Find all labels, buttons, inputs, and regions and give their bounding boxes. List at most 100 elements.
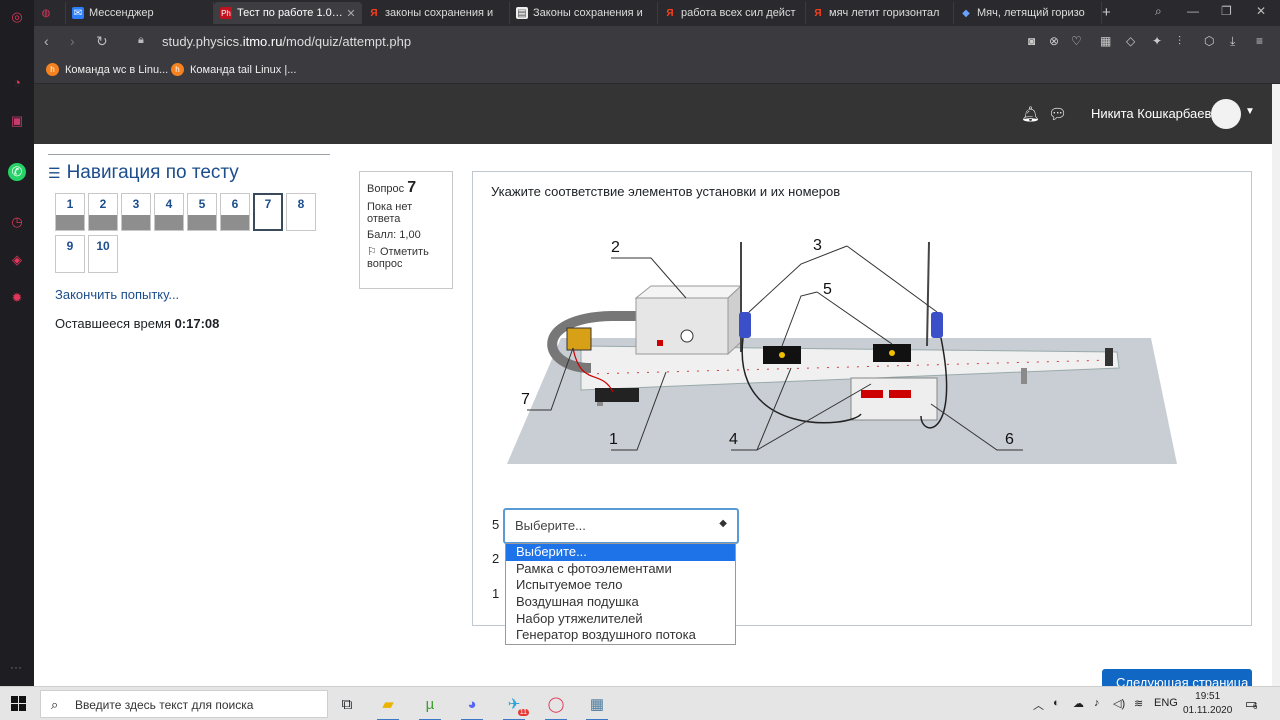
opera-taskbar-icon[interactable]: ◯ [543, 692, 569, 720]
camera-icon[interactable]: ◙ [1028, 34, 1035, 48]
tab-physics-test[interactable]: Ph Тест по работе 1.03V ( ✕ [214, 2, 362, 24]
dropdown-option[interactable]: Испытуемое тело [506, 577, 735, 594]
yandex-icon: Я [370, 7, 378, 19]
tab-yandex-1[interactable]: Я законы сохранения и [362, 2, 510, 24]
question-button-4[interactable]: 4 [154, 193, 184, 231]
notifications-icon[interactable]: ▭ 6 [1245, 696, 1257, 712]
generator-led [657, 340, 663, 346]
taskbar-search-input[interactable]: ⌕ Введите здесь текст для поиска [40, 690, 328, 718]
question-button-10[interactable]: 10 [88, 235, 118, 273]
heart-icon[interactable]: ♡ [1071, 34, 1082, 48]
dropdown-option[interactable]: Воздушная подушка [506, 594, 735, 611]
bookmark-wc[interactable]: h Команда wc в Linu... [46, 63, 168, 76]
extensions-cube-icon[interactable]: ◈ [8, 251, 26, 269]
new-tab-plus-icon[interactable]: + [1102, 4, 1111, 21]
tab-nest[interactable]: ◆ Мяч, летящий горизо [954, 2, 1102, 24]
avatar[interactable] [1211, 99, 1241, 129]
url-field[interactable]: study.physics.itmo.ru/mod/quiz/attempt.p… [162, 34, 411, 49]
finish-attempt-link[interactable]: Закончить попытку... [55, 287, 179, 302]
dropdown-option[interactable]: Набор утяжелителей [506, 611, 735, 628]
page-scrollbar[interactable] [1272, 84, 1280, 686]
question-button-5[interactable]: 5 [187, 193, 217, 231]
timer-value: 0:17:08 [174, 316, 220, 331]
whatsapp-icon[interactable]: ✆ [8, 163, 26, 181]
match-row-label: 2 [492, 551, 500, 566]
timer-unit [850, 377, 938, 421]
tab-yandex-3[interactable]: Я мяч летит горизонтал [806, 2, 954, 24]
tray-app-icon[interactable]: ◐ [1053, 697, 1060, 709]
flag-question-link[interactable]: ⚐ Отметить вопрос [367, 245, 445, 270]
opera-logo-icon[interactable]: ◎ [8, 8, 26, 26]
tray-cloud-icon[interactable]: ☁ [1073, 697, 1084, 710]
mixer-icon[interactable]: ⫶ [1178, 34, 1181, 49]
question-buttons: 1 2 3 4 5 6 7 8 9 10 [55, 193, 335, 277]
windows-start-icon[interactable] [11, 696, 27, 712]
user-name[interactable]: Никита Кошкарбаев [1091, 106, 1211, 121]
utorrent-icon[interactable]: µ [417, 692, 443, 720]
question-button-1[interactable]: 1 [55, 193, 85, 231]
next-page-button[interactable]: Следующая страница [1102, 669, 1252, 686]
cube-icon[interactable]: ⬡ [1204, 34, 1214, 48]
close-window-icon[interactable]: ✕ [1256, 4, 1266, 18]
restore-icon[interactable]: ❐ [1221, 4, 1232, 18]
chevron-down-icon[interactable]: ▼ [1245, 106, 1255, 117]
search-tabs-icon[interactable]: ⌕ [1155, 4, 1162, 19]
tab-gamepad[interactable]: ◍ [34, 2, 66, 24]
microphone-icon[interactable]: ♪ [1094, 697, 1100, 709]
tab-messenger[interactable]: ✉ Мессенджер [66, 2, 214, 24]
tab-yandex-2[interactable]: Я работа всех сил дейст [658, 2, 806, 24]
dropdown-option[interactable]: Рамка с фотоэлементами [506, 561, 735, 578]
task-view-icon[interactable]: ⧉ [334, 692, 360, 716]
language-indicator[interactable]: ENG [1154, 697, 1178, 709]
nest-icon: ◆ [962, 7, 970, 19]
match-select[interactable]: Выберите... ◆ [503, 508, 739, 544]
calculator-icon[interactable]: ▦ [584, 692, 610, 720]
history-icon[interactable]: ◷ [8, 213, 26, 231]
discord-icon[interactable]: ◕ [459, 692, 485, 720]
hamburger-icon: ☰ [48, 164, 61, 181]
tray-chevron-icon[interactable]: ︿ [1033, 697, 1044, 713]
question-button-7[interactable]: 7 [253, 193, 283, 231]
volume-icon[interactable]: ◁) [1113, 697, 1125, 710]
tab-title: Мессенджер [89, 7, 154, 19]
question-button-9[interactable]: 9 [55, 235, 85, 273]
twitch-icon[interactable]: ▣ [8, 112, 26, 130]
adblock-icon[interactable]: ⊗ [1049, 34, 1059, 48]
question-button-2[interactable]: 2 [88, 193, 118, 231]
notification-bell-icon[interactable]: 🔔︎ [1021, 105, 1040, 123]
speed-dial-icon[interactable]: ◔ [8, 73, 26, 91]
forward-icon[interactable]: › [70, 33, 75, 49]
select-value: Выберите... [515, 518, 586, 533]
left-photogate [739, 312, 751, 338]
settings-gear-icon[interactable]: ✹ [8, 289, 26, 307]
back-icon[interactable]: ‹ [44, 33, 49, 49]
extension-icon-2[interactable]: ◇ [1126, 34, 1135, 48]
messages-chat-icon[interactable]: 💬︎ [1048, 105, 1067, 123]
extension-icon-1[interactable]: ▦ [1100, 34, 1111, 48]
telegram-icon[interactable]: ✈ 11 [501, 692, 529, 720]
tab-title: работа всех сил дейст [681, 7, 796, 19]
tab-close-icon[interactable]: ✕ [344, 7, 358, 20]
minimize-icon[interactable]: — [1187, 4, 1199, 18]
figure-label-6: 6 [1005, 431, 1014, 448]
extension-icon-3[interactable]: ✦ [1152, 34, 1162, 48]
tab-document[interactable]: ▤ Законы сохранения и [510, 2, 658, 24]
more-dots-icon[interactable]: ··· [10, 660, 22, 674]
question-button-8[interactable]: 8 [286, 193, 316, 231]
dropdown-option[interactable]: Генератор воздушного потока [506, 627, 735, 644]
system-clock[interactable]: 19:51 01.11.2020 [1183, 690, 1232, 718]
body-right-dot [889, 350, 895, 356]
track-leg [1021, 368, 1027, 384]
tab-title: Тест по работе 1.03V ( [237, 7, 344, 19]
bookmark-tail[interactable]: h Команда tail Linux |... [171, 63, 296, 76]
menu-icon[interactable]: ≡ [1256, 34, 1263, 48]
question-button-3[interactable]: 3 [121, 193, 151, 231]
reload-icon[interactable]: ↻ [96, 33, 108, 50]
question-button-6[interactable]: 6 [220, 193, 250, 231]
dropdown-option[interactable]: Выберите... [506, 544, 735, 561]
file-explorer-icon[interactable]: ▰ [375, 692, 401, 720]
figure-label-3: 3 [813, 237, 822, 254]
address-bar: ‹ › ↻ 🔒︎ study.physics.itmo.ru/mod/quiz/… [34, 26, 1280, 56]
download-icon[interactable]: ⤓ [1230, 34, 1235, 49]
wifi-icon[interactable]: ≋ [1134, 697, 1143, 710]
